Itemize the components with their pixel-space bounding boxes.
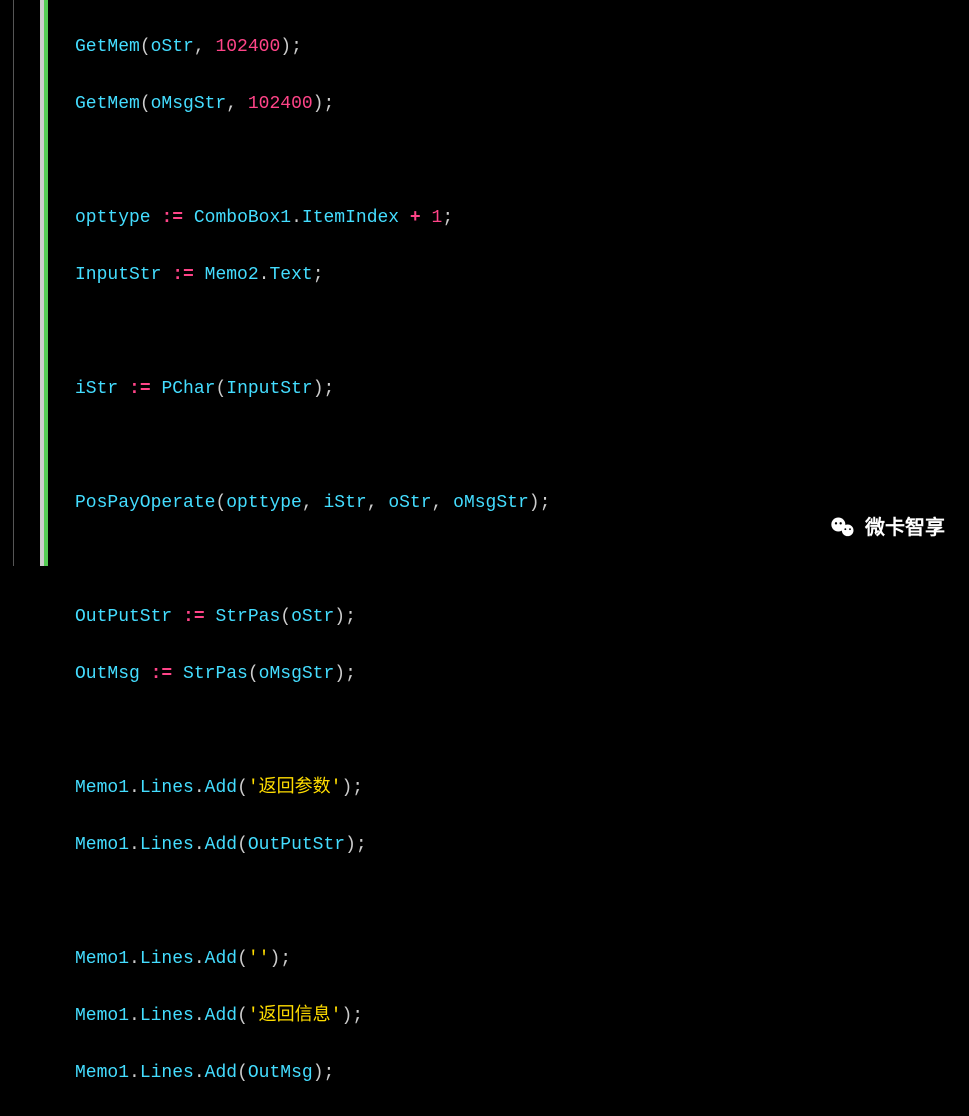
code-line[interactable] (75, 147, 550, 176)
gutter (0, 0, 14, 566)
code-line[interactable]: Memo1.Lines.Add(''); (75, 945, 550, 974)
code-line[interactable]: iStr := PChar(InputStr); (75, 375, 550, 404)
code-line[interactable] (75, 888, 550, 917)
wechat-icon (829, 514, 857, 542)
code-line[interactable]: GetMem(oStr, 102400); (75, 33, 550, 62)
code-line[interactable]: Memo1.Lines.Add(OutPutStr); (75, 831, 550, 860)
code-line[interactable] (75, 717, 550, 746)
code-line[interactable]: Memo1.Lines.Add('返回参数'); (75, 774, 550, 803)
code-line[interactable]: PosPayOperate(opttype, iStr, oStr, oMsgS… (75, 489, 550, 518)
code-line[interactable]: GetMem(oMsgStr, 102400); (75, 90, 550, 119)
code-line[interactable]: InputStr := Memo2.Text; (75, 261, 550, 290)
code-line[interactable]: Memo1.Lines.Add(OutMsg); (75, 1059, 550, 1088)
fold-indicator-2 (44, 0, 48, 566)
watermark-text: 微卡智享 (865, 514, 945, 543)
code-line[interactable] (75, 432, 550, 461)
code-line[interactable] (75, 546, 550, 575)
code-line[interactable]: opttype := ComboBox1.ItemIndex + 1; (75, 204, 550, 233)
code-line[interactable]: OutPutStr := StrPas(oStr); (75, 603, 550, 632)
code-line[interactable] (75, 318, 550, 347)
watermark: 微卡智享 (829, 514, 945, 543)
code-line[interactable]: OutMsg := StrPas(oMsgStr); (75, 660, 550, 689)
code-line[interactable]: Memo1.Lines.Add('返回信息'); (75, 1002, 550, 1031)
code-editor[interactable]: GetMem(oStr, 102400); GetMem(oMsgStr, 10… (75, 4, 550, 1116)
